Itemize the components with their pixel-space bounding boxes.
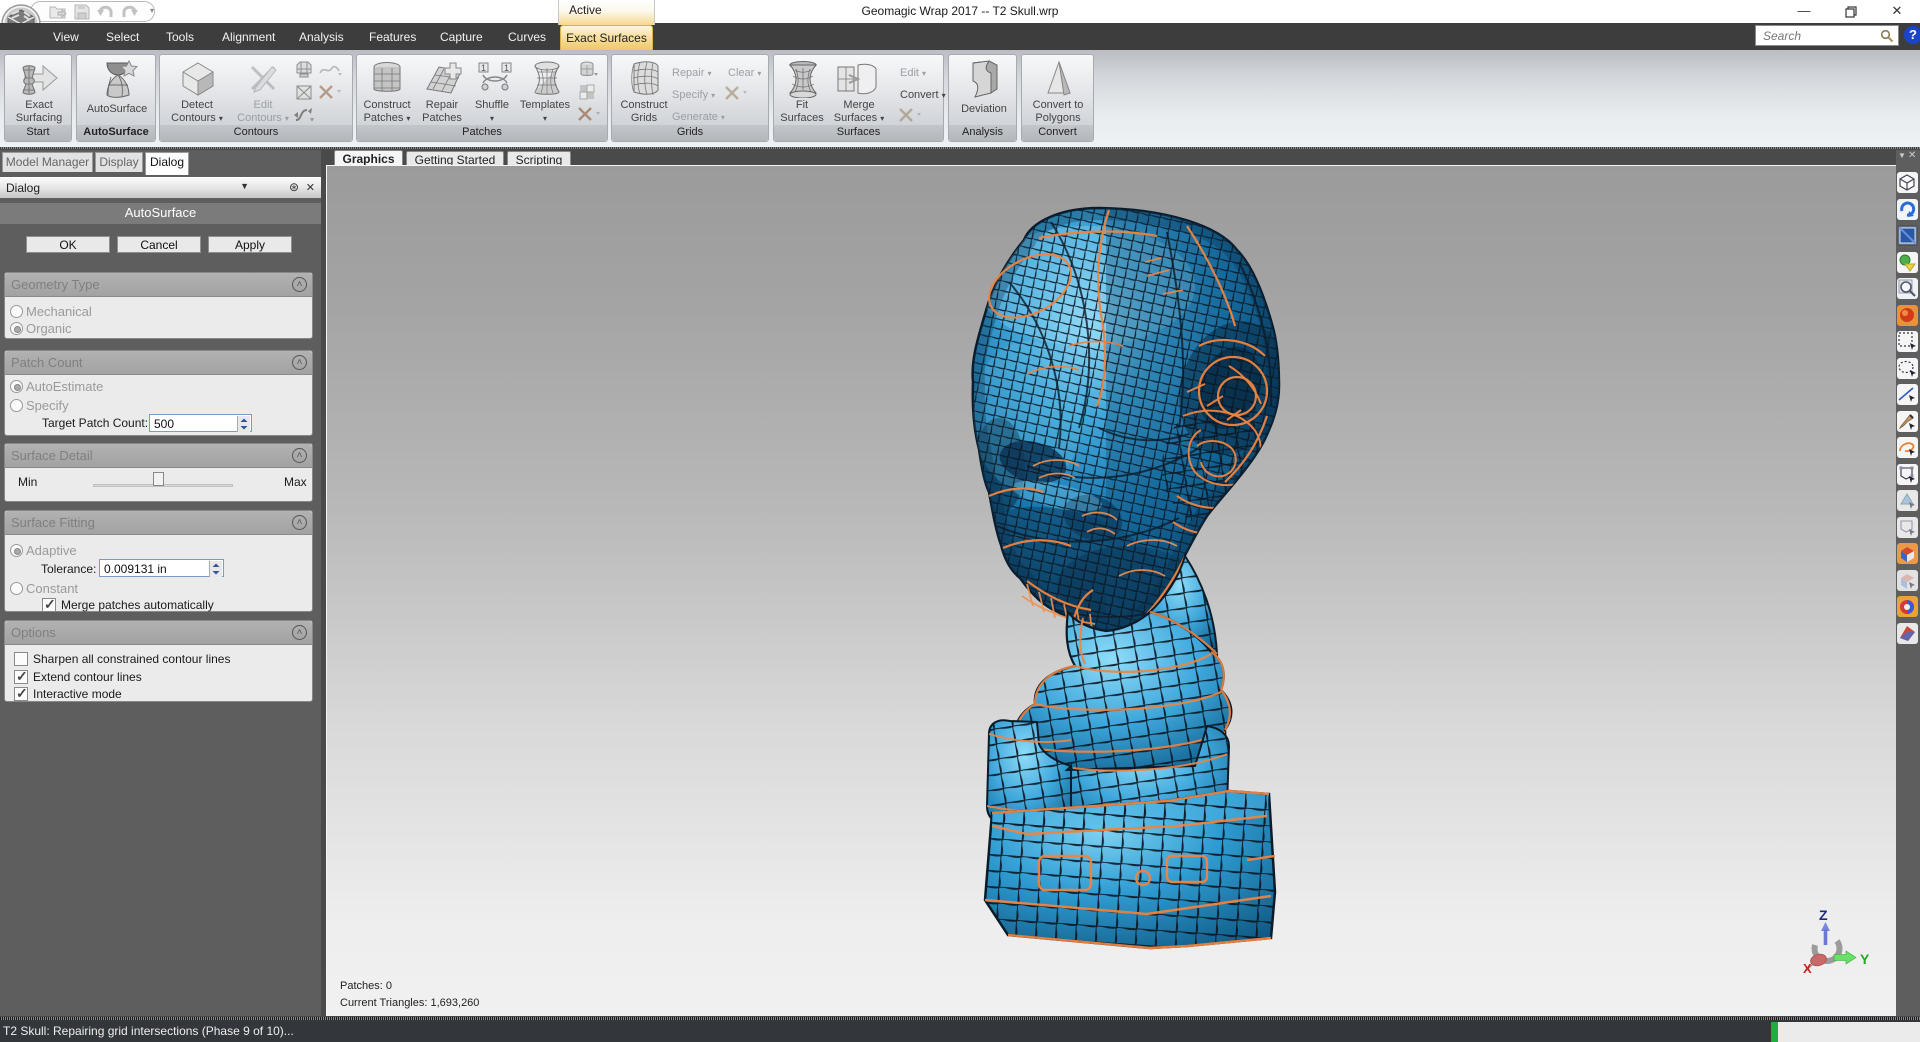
svg-text:X: X xyxy=(1803,961,1812,976)
svg-text:1: 1 xyxy=(481,63,486,73)
svg-text:Y: Y xyxy=(1860,951,1870,967)
svg-text:Z: Z xyxy=(1819,907,1828,923)
svg-text:1: 1 xyxy=(504,63,509,73)
